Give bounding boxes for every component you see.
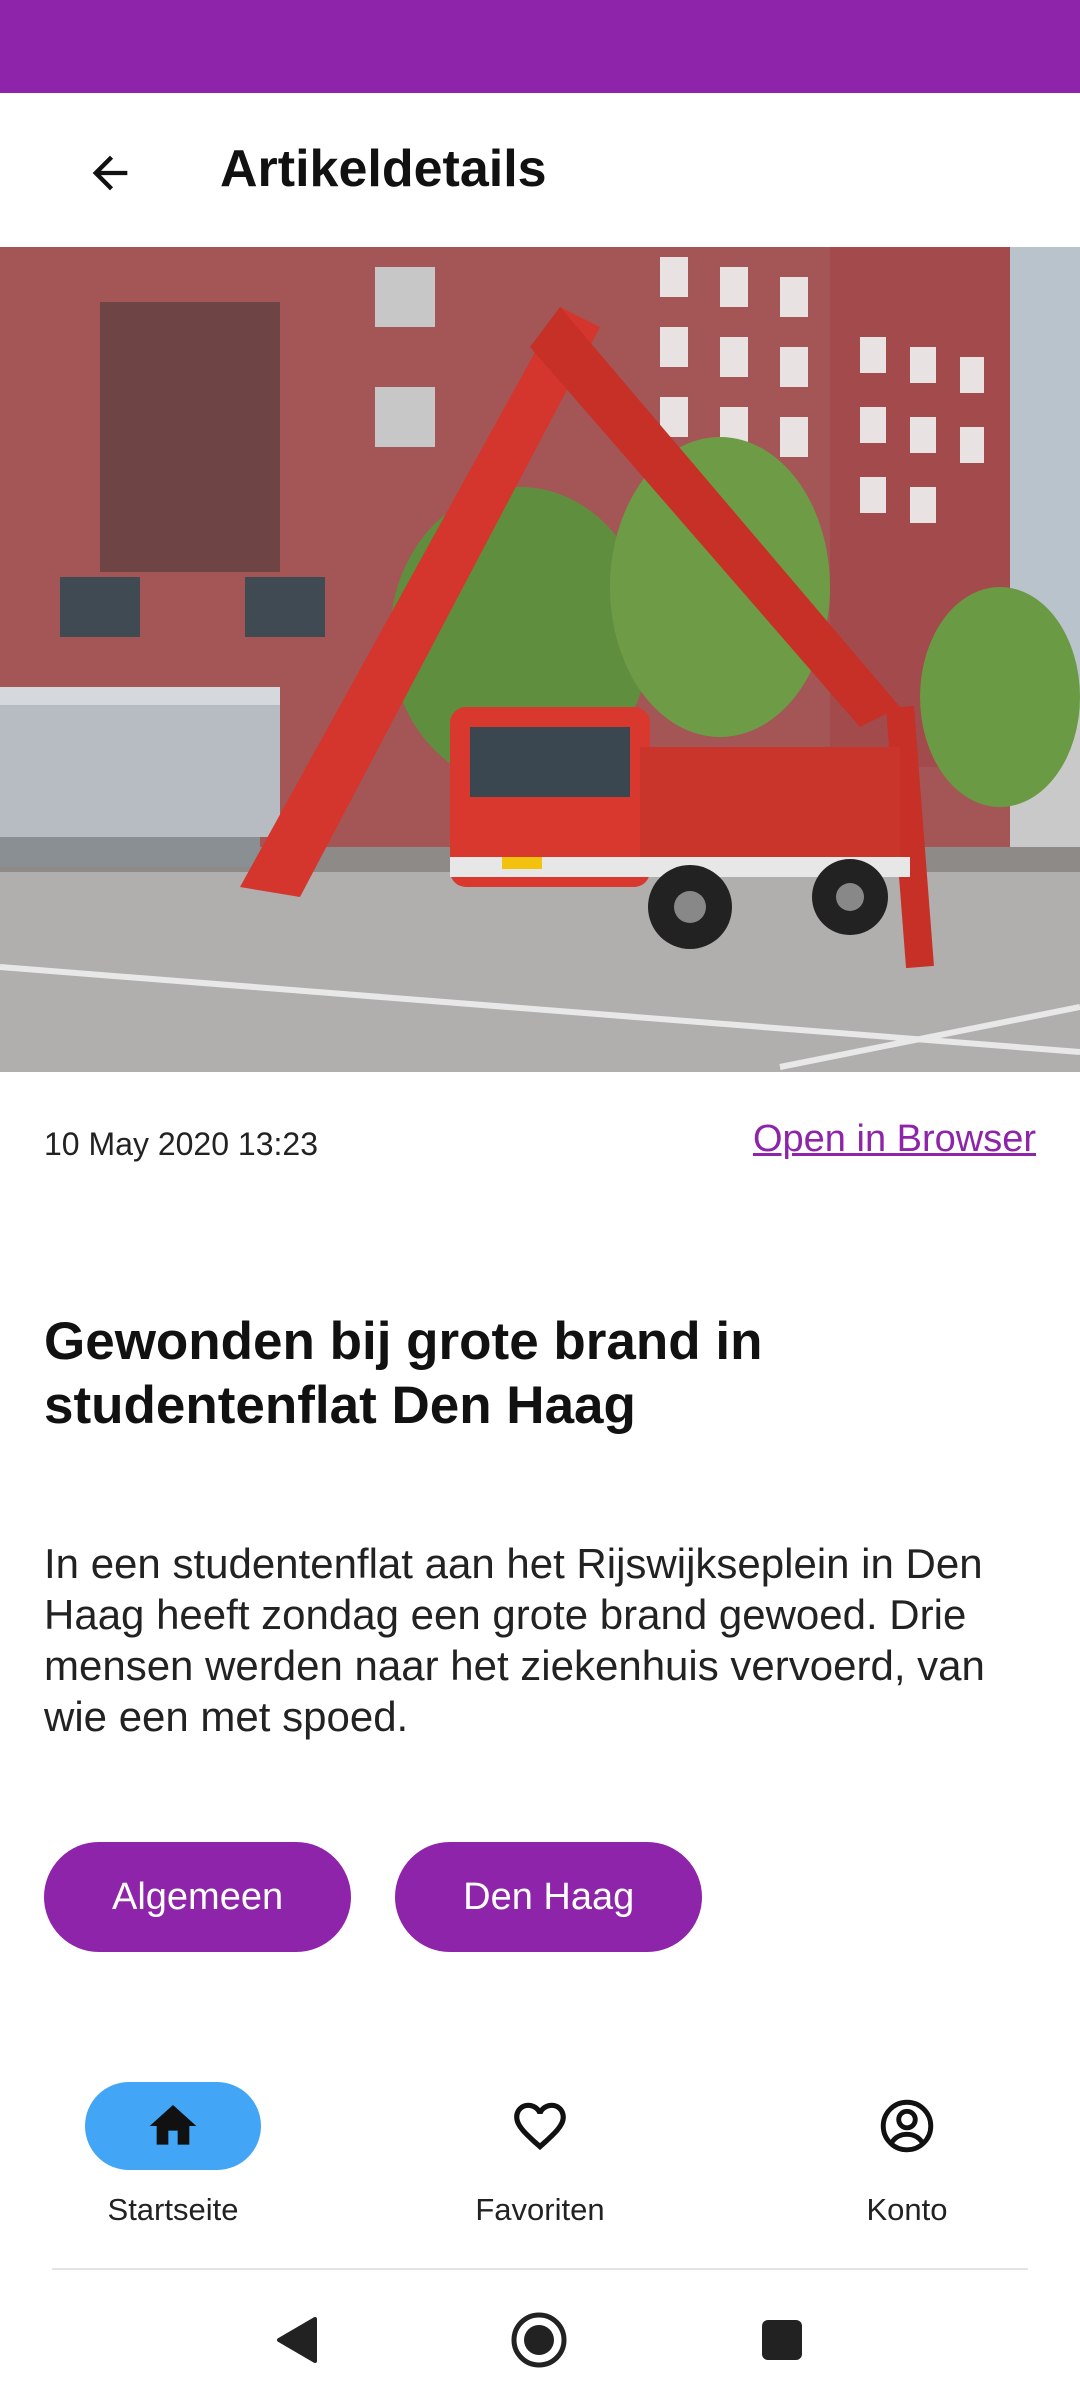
nav-item-startseite[interactable]: Startseite [40, 2062, 300, 2242]
nav-label-konto: Konto [866, 2192, 948, 2227]
open-in-browser-link[interactable]: Open in Browser [753, 1118, 1036, 1161]
system-back-button[interactable] [266, 2310, 326, 2370]
nav-item-favoriten[interactable]: Favoriten [407, 2062, 667, 2242]
circle-home-icon [511, 2312, 567, 2368]
tag-list: Algemeen Den Haag [44, 1842, 703, 1952]
home-icon [149, 2105, 197, 2145]
square-recents-icon [762, 2320, 802, 2360]
nav-label-favoriten: Favoriten [475, 2192, 605, 2227]
article-image [0, 247, 1080, 1072]
bottom-navigation: Startseite Favoriten Konto [0, 2062, 1080, 2272]
system-navigation-bar [0, 2272, 1080, 2400]
article-headline: Gewonden bij grote brand in studentenfla… [44, 1312, 763, 1435]
triangle-back-icon [277, 2317, 317, 2363]
system-home-button[interactable] [509, 2310, 569, 2370]
nav-label-startseite: Startseite [107, 2192, 239, 2227]
page-title: Artikeldetails [220, 140, 547, 198]
article-date: 10 May 2020 13:23 [44, 1126, 318, 1162]
back-button[interactable] [70, 133, 150, 213]
arrow-left-icon [92, 155, 128, 191]
divider [52, 2268, 1028, 2270]
system-recents-button[interactable] [752, 2310, 812, 2370]
account-circle-icon [880, 2099, 934, 2153]
heart-icon [514, 2102, 566, 2151]
tag-chip-den-haag[interactable]: Den Haag [395, 1842, 703, 1952]
tag-chip-algemeen[interactable]: Algemeen [44, 1842, 352, 1952]
article-summary: In een studentenflat aan het Rijswijksep… [44, 1540, 985, 1740]
article-meta: 10 May 2020 13:23 Open in Browser [44, 1118, 1036, 1178]
app-bar: Artikeldetails [0, 93, 1080, 247]
nav-active-indicator [85, 2082, 261, 2170]
nav-item-konto[interactable]: Konto [774, 2062, 1034, 2242]
fire-truck-photo [0, 247, 1080, 1072]
status-bar [0, 0, 1080, 93]
